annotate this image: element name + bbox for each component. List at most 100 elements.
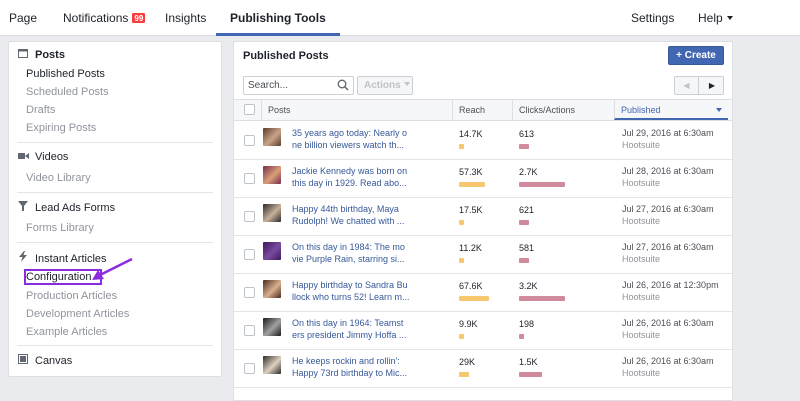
published-source: Hootsuite bbox=[622, 368, 661, 378]
row-checkbox[interactable] bbox=[244, 363, 255, 374]
post-thumbnail[interactable] bbox=[263, 204, 281, 222]
sidebar-section-lead-ads-label: Lead Ads Forms bbox=[35, 202, 116, 214]
published-source: Hootsuite bbox=[622, 178, 661, 188]
clicks-bar bbox=[519, 258, 529, 263]
canvas-icon bbox=[17, 354, 29, 367]
actions-dropdown[interactable]: Actions bbox=[357, 76, 413, 95]
sort-descending-icon bbox=[716, 108, 722, 112]
reach-value: 9.9K bbox=[459, 319, 478, 329]
sidebar-item-development-articles[interactable]: Development Articles bbox=[26, 308, 129, 320]
post-thumbnail[interactable] bbox=[263, 280, 281, 298]
actions-dropdown-label: Actions bbox=[364, 80, 401, 91]
sidebar-divider bbox=[17, 192, 213, 193]
create-button[interactable]: + Create bbox=[668, 46, 724, 65]
clicks-bar bbox=[519, 182, 565, 187]
nav-publishing-tools-label: Publishing Tools bbox=[230, 11, 326, 25]
clicks-value: 198 bbox=[519, 319, 535, 329]
reach-value: 67.6K bbox=[459, 281, 483, 291]
reach-value: 29K bbox=[459, 357, 476, 367]
lightning-icon bbox=[17, 251, 29, 265]
post-thumbnail[interactable] bbox=[263, 242, 281, 260]
sidebar-item-expiring-posts[interactable]: Expiring Posts bbox=[26, 122, 96, 134]
reach-value: 11.2K bbox=[459, 243, 482, 253]
sidebar-item-scheduled-posts[interactable]: Scheduled Posts bbox=[26, 86, 109, 98]
row-checkbox[interactable] bbox=[244, 135, 255, 146]
row-checkbox[interactable] bbox=[244, 211, 255, 222]
reach-bar bbox=[459, 296, 489, 301]
annotation-arrow-icon bbox=[92, 257, 133, 280]
clicks-value: 1.5K bbox=[519, 357, 538, 367]
row-checkbox[interactable] bbox=[244, 325, 255, 336]
post-thumbnail[interactable] bbox=[263, 318, 281, 336]
post-text-link[interactable]: Happy 44th birthday, Maya Rudolph! We ch… bbox=[292, 203, 412, 227]
post-thumbnail[interactable] bbox=[263, 128, 281, 146]
published-date: Jul 27, 2016 at 6:30am bbox=[622, 204, 714, 214]
sidebar-section-videos[interactable]: Videos bbox=[17, 151, 68, 163]
table-row[interactable]: 35 years ago today: Nearly o ne billion … bbox=[234, 122, 732, 160]
nav-publishing-tools[interactable]: Publishing Tools bbox=[216, 0, 340, 36]
nav-insights[interactable]: Insights bbox=[165, 0, 206, 36]
row-checkbox[interactable] bbox=[244, 287, 255, 298]
nav-notifications-label: Notifications bbox=[63, 11, 129, 25]
sidebar-item-drafts[interactable]: Drafts bbox=[26, 104, 55, 116]
post-text-link[interactable]: He keeps rockin and rollin': Happy 73rd … bbox=[292, 355, 412, 379]
sidebar-item-forms-library[interactable]: Forms Library bbox=[26, 222, 94, 234]
nav-help[interactable]: Help bbox=[698, 0, 733, 36]
published-source: Hootsuite bbox=[622, 330, 661, 340]
post-text-link[interactable]: Jackie Kennedy was born on this day in 1… bbox=[292, 165, 412, 189]
sidebar-item-production-articles[interactable]: Production Articles bbox=[26, 290, 117, 302]
clicks-bar bbox=[519, 372, 542, 377]
sidebar-section-lead-ads[interactable]: Lead Ads Forms bbox=[17, 201, 115, 214]
select-all-checkbox[interactable] bbox=[244, 104, 255, 115]
table-row[interactable]: On this day in 1964: Teamst ers presiden… bbox=[234, 312, 732, 350]
column-header-published[interactable]: Published bbox=[614, 100, 728, 120]
post-thumbnail[interactable] bbox=[263, 356, 281, 374]
clicks-bar bbox=[519, 144, 529, 149]
published-source: Hootsuite bbox=[622, 254, 661, 264]
column-header-published-label: Published bbox=[621, 105, 661, 115]
post-thumbnail[interactable] bbox=[263, 166, 281, 184]
post-text-link[interactable]: 35 years ago today: Nearly o ne billion … bbox=[292, 127, 412, 151]
sidebar-divider bbox=[17, 142, 213, 143]
table-row[interactable]: On this day in 1984: The mo vie Purple R… bbox=[234, 236, 732, 274]
table-row[interactable]: Happy birthday to Sandra Bu llock who tu… bbox=[234, 274, 732, 312]
next-page-button[interactable]: ▶ bbox=[700, 77, 724, 94]
column-header-posts[interactable]: Posts bbox=[261, 100, 456, 120]
previous-page-button[interactable]: ◀ bbox=[675, 77, 699, 94]
sidebar-item-video-library[interactable]: Video Library bbox=[26, 172, 91, 184]
calendar-icon bbox=[17, 48, 29, 61]
sidebar-section-canvas[interactable]: Canvas bbox=[17, 354, 72, 367]
reach-value: 57.3K bbox=[459, 167, 483, 177]
clicks-value: 621 bbox=[519, 205, 535, 215]
row-checkbox[interactable] bbox=[244, 173, 255, 184]
search-icon[interactable] bbox=[337, 79, 349, 91]
sidebar-section-canvas-label: Canvas bbox=[35, 355, 73, 367]
nav-insights-label: Insights bbox=[165, 11, 207, 25]
post-text-link[interactable]: On this day in 1964: Teamst ers presiden… bbox=[292, 317, 412, 341]
nav-page[interactable]: Page bbox=[9, 0, 37, 36]
sidebar-item-example-articles[interactable]: Example Articles bbox=[26, 326, 107, 338]
reach-value: 14.7K bbox=[459, 129, 483, 139]
sidebar-item-published-posts[interactable]: Published Posts bbox=[26, 68, 105, 80]
post-text-link[interactable]: On this day in 1984: The mo vie Purple R… bbox=[292, 241, 412, 265]
nav-settings[interactable]: Settings bbox=[631, 0, 674, 36]
reach-bar bbox=[459, 334, 464, 339]
column-header-reach[interactable]: Reach bbox=[452, 100, 512, 120]
video-camera-icon bbox=[17, 152, 29, 163]
column-header-clicks[interactable]: Clicks/Actions bbox=[512, 100, 614, 120]
table-row[interactable]: Happy 44th birthday, Maya Rudolph! We ch… bbox=[234, 198, 732, 236]
published-date: Jul 28, 2016 at 6:30am bbox=[622, 166, 714, 176]
clicks-value: 613 bbox=[519, 129, 535, 139]
sidebar-section-posts[interactable]: Posts bbox=[17, 48, 65, 61]
post-text-link[interactable]: Happy birthday to Sandra Bu llock who tu… bbox=[292, 279, 412, 303]
reach-bar bbox=[459, 258, 464, 263]
nav-help-label: Help bbox=[698, 11, 723, 25]
sidebar: Posts Published Posts Scheduled Posts Dr… bbox=[8, 41, 222, 377]
row-checkbox[interactable] bbox=[244, 249, 255, 260]
clicks-bar bbox=[519, 296, 565, 301]
table-row[interactable]: He keeps rockin and rollin': Happy 73rd … bbox=[234, 350, 732, 388]
nav-notifications[interactable]: Notifications 99 bbox=[63, 0, 147, 36]
table-row[interactable]: Jackie Kennedy was born on this day in 1… bbox=[234, 160, 732, 198]
published-date: Jul 26, 2016 at 12:30pm bbox=[622, 280, 719, 290]
published-source: Hootsuite bbox=[622, 292, 661, 302]
